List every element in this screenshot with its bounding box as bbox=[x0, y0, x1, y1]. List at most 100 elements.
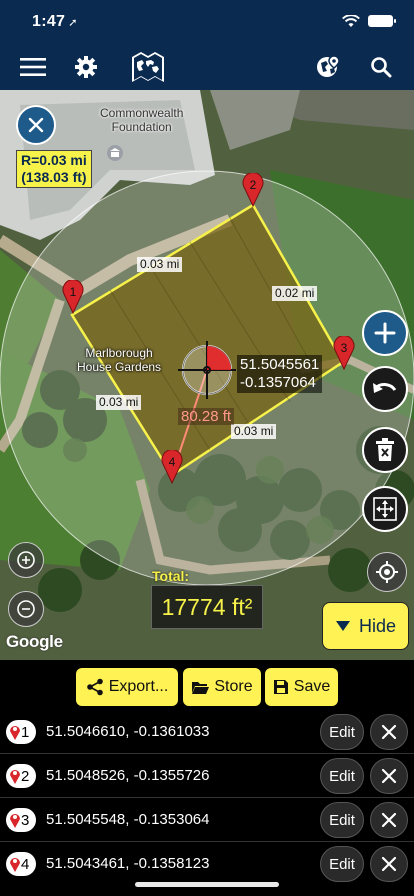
point-number: 3 bbox=[21, 811, 30, 829]
save-button[interactable]: Save bbox=[265, 668, 338, 706]
search-button[interactable] bbox=[366, 52, 396, 82]
point-badge: 3 bbox=[6, 808, 36, 832]
distance-label-left: 0.03 mi bbox=[96, 395, 142, 410]
radius-ft: (138.03 ft) bbox=[21, 169, 87, 185]
crosshair-locate-icon bbox=[376, 561, 398, 583]
zoom-in-icon bbox=[17, 551, 35, 569]
gear-icon bbox=[75, 56, 97, 78]
point-row[interactable]: 1 51.5046610, -0.1361033 Edit bbox=[0, 710, 414, 754]
folder-icon bbox=[192, 681, 210, 694]
expand-icon bbox=[373, 497, 397, 521]
edit-button[interactable]: Edit bbox=[320, 714, 364, 750]
zoom-out-icon bbox=[17, 600, 35, 618]
zoom-in-button[interactable] bbox=[8, 542, 44, 578]
distance-label-top: 0.03 mi bbox=[137, 257, 183, 272]
close-icon bbox=[28, 117, 44, 133]
edit-button[interactable]: Edit bbox=[320, 758, 364, 794]
google-attribution: Google bbox=[6, 632, 63, 651]
pin-icon bbox=[10, 770, 20, 784]
marker-2[interactable]: 2 bbox=[242, 173, 264, 207]
radius-mi: R=0.03 mi bbox=[21, 152, 87, 168]
status-bar: 1:47 ➚ bbox=[0, 0, 414, 44]
point-number: 1 bbox=[21, 723, 30, 741]
locate-me-button[interactable] bbox=[367, 552, 407, 592]
museum-icon bbox=[107, 145, 123, 161]
home-indicator[interactable] bbox=[135, 882, 279, 887]
center-lon: -0.1357064 bbox=[240, 374, 316, 391]
total-label: Total: bbox=[152, 568, 190, 584]
satellite-map[interactable]: 1 2 3 4 R=0.03 mi (138.03 ft) Commonweal… bbox=[0, 90, 414, 660]
status-time: 1:47 ➚ bbox=[32, 13, 78, 30]
marker-1[interactable]: 1 bbox=[62, 280, 84, 314]
nav-bar bbox=[0, 44, 414, 90]
top-bar: 1:47 ➚ bbox=[0, 0, 414, 90]
undo-icon bbox=[373, 383, 397, 393]
menu-button[interactable] bbox=[18, 52, 48, 82]
location-arrow-icon: ➚ bbox=[68, 17, 78, 29]
point-row[interactable]: 4 51.5043461, -0.1358123 Edit bbox=[0, 842, 414, 882]
trash-icon bbox=[376, 438, 394, 461]
place-label-marlborough: Marlborough House Gardens bbox=[77, 346, 162, 374]
close-button[interactable] bbox=[16, 105, 56, 145]
remove-point-button[interactable] bbox=[370, 846, 408, 882]
remove-point-button[interactable] bbox=[370, 714, 408, 750]
point-coordinates: 51.5043461, -0.1358123 bbox=[46, 855, 210, 872]
center-distance-label: 80.28 ft bbox=[178, 408, 235, 425]
screen: 1:47 ➚ 1 2 3 4 R=0.03 mi (138.03 ft) Com… bbox=[0, 0, 414, 896]
place-label-commonwealth: Commonwealth Foundation bbox=[100, 106, 184, 134]
zoom-out-button[interactable] bbox=[8, 591, 44, 627]
point-number: 2 bbox=[21, 767, 30, 785]
globe-location-icon bbox=[317, 55, 340, 77]
svg-text:1: 1 bbox=[70, 285, 77, 299]
pin-icon bbox=[10, 858, 20, 872]
store-label: Store bbox=[214, 678, 253, 695]
svg-text:2: 2 bbox=[250, 178, 257, 192]
point-coordinates: 51.5048526, -0.1355726 bbox=[46, 767, 210, 784]
floppy-disk-icon bbox=[273, 680, 288, 694]
total-area-value: 17774 ft² bbox=[151, 585, 263, 629]
remove-point-button[interactable] bbox=[370, 802, 408, 838]
edit-button[interactable]: Edit bbox=[320, 846, 364, 882]
world-map-logo-icon bbox=[132, 52, 164, 82]
fit-bounds-button[interactable] bbox=[362, 486, 408, 532]
pin-icon bbox=[10, 726, 20, 740]
point-coordinates: 51.5046610, -0.1361033 bbox=[46, 723, 210, 740]
undo-button[interactable] bbox=[362, 366, 408, 412]
points-panel: Export... Store Save 1 51.5046610, -0.13… bbox=[0, 660, 414, 896]
point-row[interactable]: 3 51.5045548, -0.1353064 Edit bbox=[0, 798, 414, 842]
point-row[interactable]: 2 51.5048526, -0.1355726 Edit bbox=[0, 754, 414, 798]
point-number: 4 bbox=[21, 855, 30, 873]
globe-location-button[interactable] bbox=[313, 52, 343, 82]
center-lat: 51.5045561 bbox=[240, 356, 320, 373]
distance-label-bottom: 0.03 mi bbox=[231, 424, 277, 439]
point-badge: 1 bbox=[6, 720, 36, 744]
close-icon bbox=[381, 724, 397, 740]
marker-4[interactable]: 4 bbox=[161, 450, 183, 484]
action-bar: Export... Store Save bbox=[0, 668, 414, 706]
delete-button[interactable] bbox=[362, 427, 408, 473]
distance-label-right: 0.02 mi bbox=[272, 286, 318, 301]
marker-3[interactable]: 3 bbox=[333, 336, 355, 370]
point-badge: 2 bbox=[6, 764, 36, 788]
svg-text:3: 3 bbox=[341, 341, 348, 355]
close-icon bbox=[381, 812, 397, 828]
radius-label: R=0.03 mi (138.03 ft) bbox=[16, 150, 92, 188]
settings-button[interactable] bbox=[71, 52, 101, 82]
export-label: Export... bbox=[108, 678, 169, 695]
hide-label: Hide bbox=[358, 615, 397, 636]
hide-button[interactable]: Hide bbox=[322, 602, 409, 650]
battery-icon bbox=[368, 15, 396, 27]
app-logo bbox=[128, 48, 168, 86]
export-button[interactable]: Export... bbox=[76, 668, 178, 706]
close-icon bbox=[381, 856, 397, 872]
remove-point-button[interactable] bbox=[370, 758, 408, 794]
store-button[interactable]: Store bbox=[183, 668, 261, 706]
triangle-down-icon bbox=[335, 621, 350, 631]
add-point-button[interactable] bbox=[362, 310, 408, 356]
plus-icon bbox=[374, 322, 396, 344]
point-coordinates: 51.5045548, -0.1353064 bbox=[46, 811, 210, 828]
save-label: Save bbox=[293, 678, 331, 695]
search-icon bbox=[371, 57, 392, 78]
wifi-icon bbox=[342, 15, 360, 27]
edit-button[interactable]: Edit bbox=[320, 802, 364, 838]
